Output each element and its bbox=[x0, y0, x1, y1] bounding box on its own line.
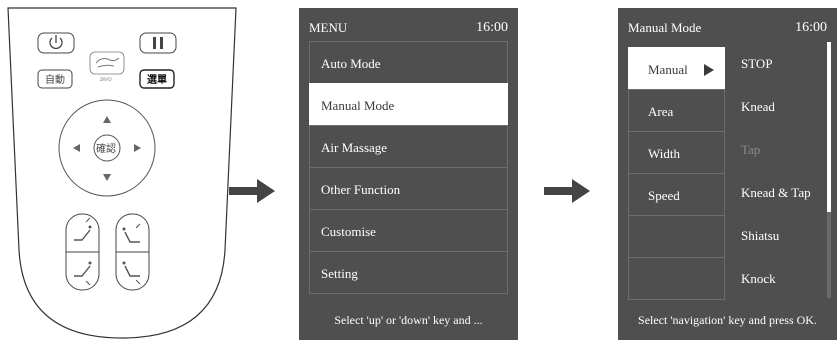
category-label: Width bbox=[648, 146, 680, 161]
remote-control: zero 自動 選單 確認 bbox=[0, 0, 245, 340]
option-tap: Tap bbox=[741, 142, 761, 157]
auto-label: 自動 bbox=[45, 73, 65, 86]
category-item-area[interactable]: Area bbox=[628, 89, 725, 132]
confirm-button[interactable]: 確認 bbox=[93, 134, 121, 162]
category-label: Speed bbox=[648, 188, 680, 203]
menu-label: 選單 bbox=[147, 73, 167, 86]
menu-item-manual-mode[interactable]: Manual Mode bbox=[309, 83, 508, 126]
option-knead-and-tap[interactable]: Knead & Tap bbox=[732, 171, 827, 214]
category-item-speed[interactable]: Speed bbox=[628, 173, 725, 216]
confirm-label: 確認 bbox=[96, 142, 116, 155]
option-list: STOP Knead Tap Knead & Tap Shiatsu Knock bbox=[732, 42, 827, 300]
clock: 16:00 bbox=[795, 20, 827, 35]
category-label: Area bbox=[648, 104, 674, 119]
screen-footer-hint: Select 'up' or 'down' key and ... bbox=[334, 313, 483, 327]
screen-footer-hint: Select 'navigation' key and press OK. bbox=[638, 313, 817, 327]
category-item-empty bbox=[628, 257, 725, 300]
zero-label: zero bbox=[99, 77, 112, 83]
pause-button[interactable] bbox=[139, 32, 177, 54]
menu-item-customise[interactable]: Customise bbox=[309, 209, 508, 252]
option-stop[interactable]: STOP bbox=[732, 42, 827, 85]
power-button[interactable] bbox=[37, 32, 75, 54]
arrow-right-icon bbox=[544, 179, 590, 203]
option-knead[interactable]: Knead bbox=[732, 85, 827, 128]
menu-screen: MENU 16:00 Auto Mode Manual Mode Air Mas… bbox=[299, 8, 518, 340]
manual-mode-screen: Manual Mode 16:00 Manual Area Width Spee… bbox=[618, 8, 837, 340]
menu-item-other-function[interactable]: Other Function bbox=[309, 167, 508, 210]
category-label: Manual bbox=[648, 62, 688, 77]
recline-legrest-button[interactable] bbox=[115, 213, 150, 291]
menu-item-setting[interactable]: Setting bbox=[309, 251, 508, 294]
caret-right-icon bbox=[704, 64, 714, 76]
manual-mode-header: Manual Mode 16:00 bbox=[618, 8, 837, 38]
screen-title: MENU bbox=[309, 20, 348, 35]
category-item-manual[interactable]: Manual bbox=[628, 47, 725, 90]
screen-title: Manual Mode bbox=[628, 20, 702, 35]
menu-item-air-massage[interactable]: Air Massage bbox=[309, 125, 508, 168]
menu-list: Auto Mode Manual Mode Air Massage Other … bbox=[309, 41, 508, 294]
menu-button[interactable]: 選單 bbox=[139, 69, 175, 89]
option-shiatsu[interactable]: Shiatsu bbox=[732, 214, 827, 257]
recline-backrest-button[interactable] bbox=[65, 213, 100, 291]
clock: 16:00 bbox=[476, 20, 508, 35]
option-knock[interactable]: Knock bbox=[732, 257, 827, 300]
arrow-right-icon bbox=[229, 179, 275, 203]
scrollbar-thumb[interactable] bbox=[827, 42, 831, 212]
category-list: Manual Area Width Speed bbox=[628, 47, 725, 300]
category-item-width[interactable]: Width bbox=[628, 131, 725, 174]
menu-item-auto-mode[interactable]: Auto Mode bbox=[309, 41, 508, 84]
category-item-empty bbox=[628, 215, 725, 258]
auto-button[interactable]: 自動 bbox=[37, 69, 73, 89]
menu-screen-header: MENU 16:00 bbox=[299, 8, 518, 38]
